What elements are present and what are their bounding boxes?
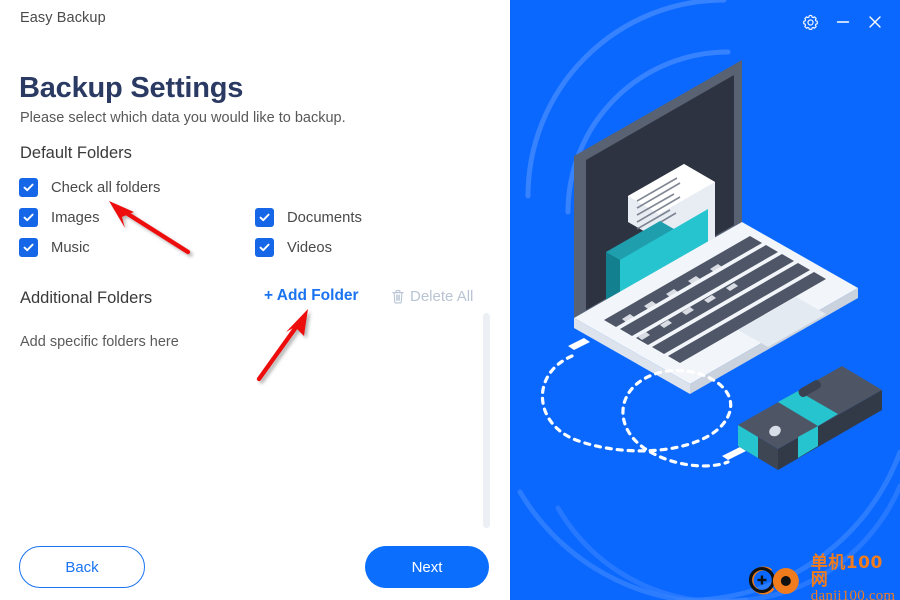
checkbox-label: Images bbox=[51, 209, 100, 226]
back-button[interactable]: Back bbox=[19, 546, 145, 588]
page-title: Backup Settings bbox=[19, 72, 244, 104]
minimize-button[interactable] bbox=[830, 9, 856, 35]
checkbox-label: Documents bbox=[287, 209, 362, 226]
empty-list-hint: Add specific folders here bbox=[20, 334, 179, 350]
checkbox-check-all-folders[interactable] bbox=[19, 178, 38, 197]
delete-all-button[interactable]: Delete All bbox=[391, 288, 473, 305]
page-subtitle: Please select which data you would like … bbox=[20, 110, 346, 126]
default-folders-heading: Default Folders bbox=[20, 144, 132, 162]
folder-list-scrollbar[interactable] bbox=[483, 313, 490, 528]
external-hard-drive bbox=[738, 366, 882, 470]
checkbox-row-videos[interactable]: Videos bbox=[255, 238, 332, 257]
cable-plug-drive bbox=[722, 447, 746, 460]
trash-icon bbox=[392, 290, 404, 304]
close-icon bbox=[869, 16, 881, 28]
checkbox-row-documents[interactable]: Documents bbox=[255, 208, 362, 227]
settings-panel: Easy Backup Backup Settings Please selec… bbox=[0, 0, 510, 600]
app-title: Easy Backup bbox=[20, 10, 106, 26]
easy-backup-window: Easy Backup Backup Settings Please selec… bbox=[0, 0, 900, 600]
close-button[interactable] bbox=[862, 9, 888, 35]
delete-all-label: Delete All bbox=[410, 288, 474, 305]
watermark: 单机100网 danji100.com bbox=[745, 555, 900, 600]
checkbox-label: Check all folders bbox=[51, 179, 161, 196]
checkbox-label: Videos bbox=[287, 239, 332, 256]
checkbox-music[interactable] bbox=[19, 238, 38, 257]
cable-plug-laptop bbox=[568, 338, 590, 350]
backup-illustration: BACKUP bbox=[540, 60, 882, 470]
checkbox-images[interactable] bbox=[19, 208, 38, 227]
watermark-logo-icon bbox=[748, 566, 799, 594]
checkbox-row-music[interactable]: Music bbox=[19, 238, 90, 257]
checkbox-row-check-all-folders[interactable]: Check all folders bbox=[19, 178, 160, 197]
watermark-cn-text: 单机100网 bbox=[810, 553, 883, 590]
settings-button[interactable] bbox=[797, 9, 823, 35]
checkbox-row-images[interactable]: Images bbox=[19, 208, 100, 227]
checkbox-label: Music bbox=[51, 239, 90, 256]
gear-icon bbox=[802, 14, 818, 30]
watermark-url-text: danji100.com bbox=[810, 588, 896, 600]
checkbox-documents[interactable] bbox=[255, 208, 274, 227]
add-folder-button[interactable]: + Add Folder bbox=[264, 287, 359, 305]
checkbox-videos[interactable] bbox=[255, 238, 274, 257]
annotation-arrow-checkboxes bbox=[109, 201, 191, 255]
next-button[interactable]: Next bbox=[365, 546, 489, 588]
illustration-panel: BACKUP bbox=[510, 0, 900, 600]
minimize-icon bbox=[836, 21, 850, 23]
annotation-arrow-add-folder bbox=[256, 309, 308, 382]
additional-folders-heading: Additional Folders bbox=[20, 289, 153, 307]
